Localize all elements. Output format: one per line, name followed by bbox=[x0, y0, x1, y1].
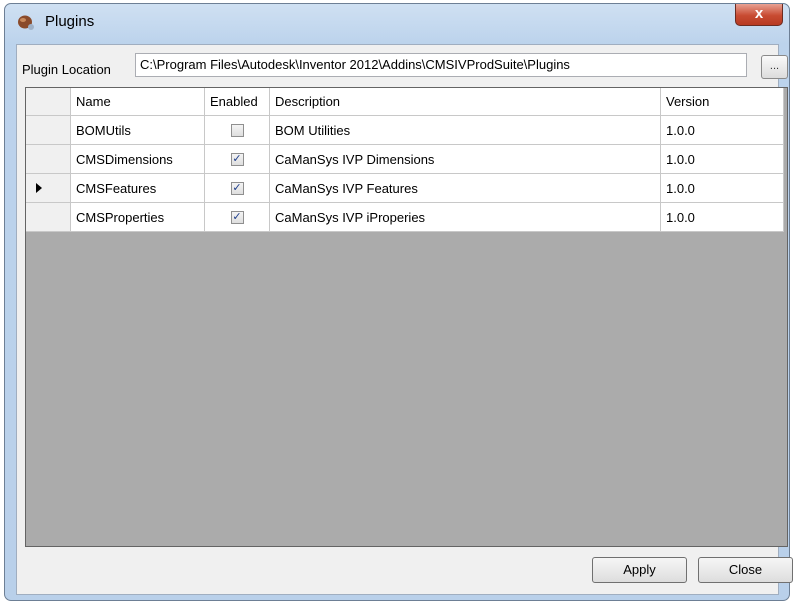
table-row[interactable]: CMSFeatures ✓ CaManSys IVP Features 1.0.… bbox=[26, 173, 784, 203]
plugin-description[interactable]: CaManSys IVP iProperies bbox=[269, 202, 661, 232]
plugin-version[interactable]: 1.0.0 bbox=[660, 202, 784, 232]
apply-button[interactable]: Apply bbox=[592, 557, 687, 583]
enabled-checkbox[interactable]: ✓ bbox=[230, 152, 244, 166]
table-row[interactable]: CMSDimensions ✓ CaManSys IVP Dimensions … bbox=[26, 144, 784, 174]
plugin-description[interactable]: CaManSys IVP Dimensions bbox=[269, 144, 661, 174]
plugin-version[interactable]: 1.0.0 bbox=[660, 115, 784, 145]
row-header[interactable] bbox=[26, 144, 71, 174]
plugin-name[interactable]: CMSProperties bbox=[70, 202, 205, 232]
dialog-client: Plugin Location C:\Program Files\Autodes… bbox=[16, 44, 793, 595]
close-button[interactable]: Close bbox=[698, 557, 793, 583]
grid-header-row: Name Enabled Description Version bbox=[26, 88, 784, 116]
column-header-enabled[interactable]: Enabled bbox=[204, 88, 270, 116]
plugin-name[interactable]: CMSDimensions bbox=[70, 144, 205, 174]
enabled-checkbox[interactable]: ✓ bbox=[230, 181, 244, 195]
plugin-name[interactable]: CMSFeatures bbox=[70, 173, 205, 203]
plugin-description[interactable]: CaManSys IVP Features bbox=[269, 173, 661, 203]
plugins-window: Plugins x Plugin Location C:\Program Fil… bbox=[4, 3, 793, 601]
row-header[interactable] bbox=[26, 115, 71, 145]
enabled-cell[interactable]: ✓ bbox=[204, 202, 270, 232]
row-header[interactable] bbox=[26, 202, 71, 232]
plugin-version[interactable]: 1.0.0 bbox=[660, 144, 784, 174]
table-row[interactable]: CMSProperties ✓ CaManSys IVP iProperies … bbox=[26, 202, 784, 232]
plugins-table: Name Enabled Description Version BOMUtil… bbox=[26, 88, 784, 232]
table-row[interactable]: BOMUtils BOM Utilities 1.0.0 bbox=[26, 115, 784, 145]
plugin-icon bbox=[18, 15, 34, 30]
row-header-corner bbox=[26, 88, 71, 116]
enabled-checkbox[interactable] bbox=[230, 123, 244, 137]
plugin-name[interactable]: BOMUtils bbox=[70, 115, 205, 145]
plugin-location-field[interactable]: C:\Program Files\Autodesk\Inventor 2012\… bbox=[135, 53, 747, 77]
column-header-name[interactable]: Name bbox=[70, 88, 205, 116]
current-row-arrow-icon bbox=[36, 183, 42, 193]
close-window-button[interactable]: x bbox=[735, 4, 783, 26]
column-header-version[interactable]: Version bbox=[660, 88, 784, 116]
enabled-checkbox[interactable]: ✓ bbox=[230, 210, 244, 224]
enabled-cell[interactable]: ✓ bbox=[204, 144, 270, 174]
plugin-location-label: Plugin Location bbox=[22, 62, 111, 77]
plugin-description[interactable]: BOM Utilities bbox=[269, 115, 661, 145]
plugin-version[interactable]: 1.0.0 bbox=[660, 173, 784, 203]
browse-button[interactable]: ... bbox=[761, 55, 788, 79]
plugins-grid[interactable]: Name Enabled Description Version BOMUtil… bbox=[25, 87, 788, 547]
enabled-cell[interactable]: ✓ bbox=[204, 173, 270, 203]
window-title: Plugins bbox=[45, 13, 95, 30]
row-header[interactable] bbox=[26, 173, 71, 203]
enabled-cell[interactable] bbox=[204, 115, 270, 145]
column-header-description[interactable]: Description bbox=[269, 88, 661, 116]
title-bar[interactable]: Plugins x bbox=[5, 4, 789, 38]
